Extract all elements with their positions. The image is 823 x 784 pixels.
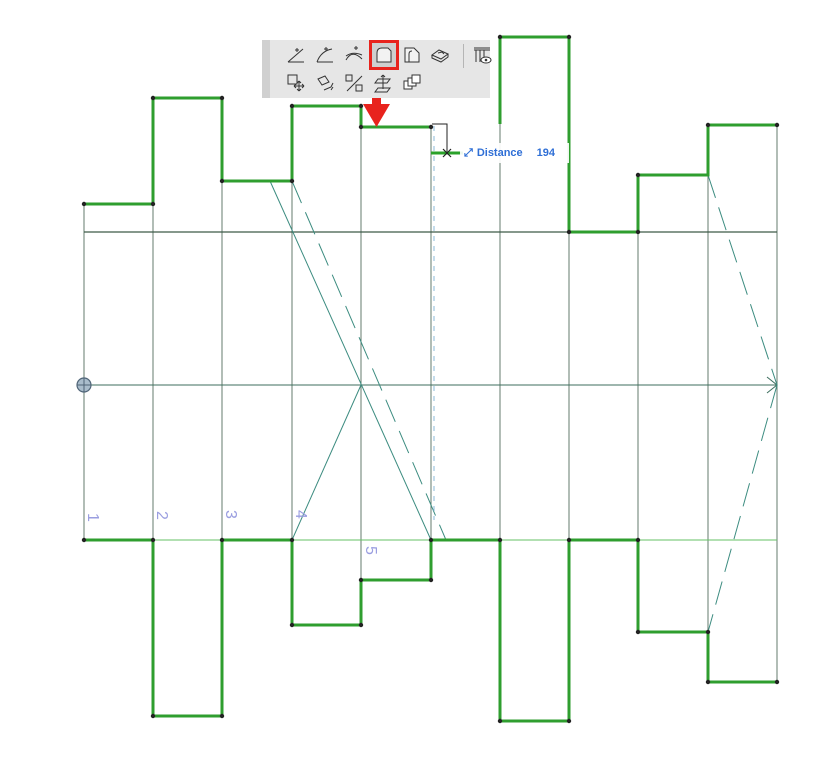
- tool-arc-tangent-icon[interactable]: [313, 43, 337, 67]
- tool-multiply-icon[interactable]: [400, 71, 424, 95]
- tracker-label: Distance: [476, 147, 523, 159]
- division-label: 5: [362, 546, 379, 555]
- tool-line-tangent-icon[interactable]: [284, 43, 308, 67]
- tool-rotate-icon[interactable]: [313, 71, 337, 95]
- distance-tracker: ⤢ Distance 194: [460, 143, 570, 163]
- division-label: 4: [292, 510, 309, 519]
- division-label: 1: [84, 513, 101, 522]
- tool-3d-offset-icon[interactable]: [428, 43, 452, 67]
- tool-chamfer-icon[interactable]: [400, 43, 424, 67]
- tool-move-icon[interactable]: [284, 71, 308, 95]
- division-label: 2: [153, 511, 170, 520]
- drawing-canvas[interactable]: 1 2 3 4 5: [0, 0, 823, 784]
- bottom-profile-outline: [84, 538, 777, 723]
- tracker-value[interactable]: 194: [537, 147, 555, 159]
- palette-divider: [463, 44, 464, 68]
- resize-arrow-icon: ⤢: [464, 146, 473, 159]
- origin-marker-icon[interactable]: [76, 377, 92, 393]
- tool-fillet-icon[interactable]: [369, 40, 399, 70]
- top-profile-outline-right: [498, 35, 777, 234]
- tool-railing-eye-icon[interactable]: [470, 43, 494, 67]
- tool-mirror-icon[interactable]: [342, 71, 366, 95]
- vertex-nodes: [81, 34, 780, 724]
- vertical-guides: [83, 124, 778, 682]
- tool-curve-tangent-icon[interactable]: [342, 43, 366, 67]
- tool-elevate-icon[interactable]: [372, 71, 396, 95]
- division-label: 3: [222, 510, 239, 519]
- pet-palette: [262, 40, 492, 98]
- diagonal-guides: [269, 174, 778, 633]
